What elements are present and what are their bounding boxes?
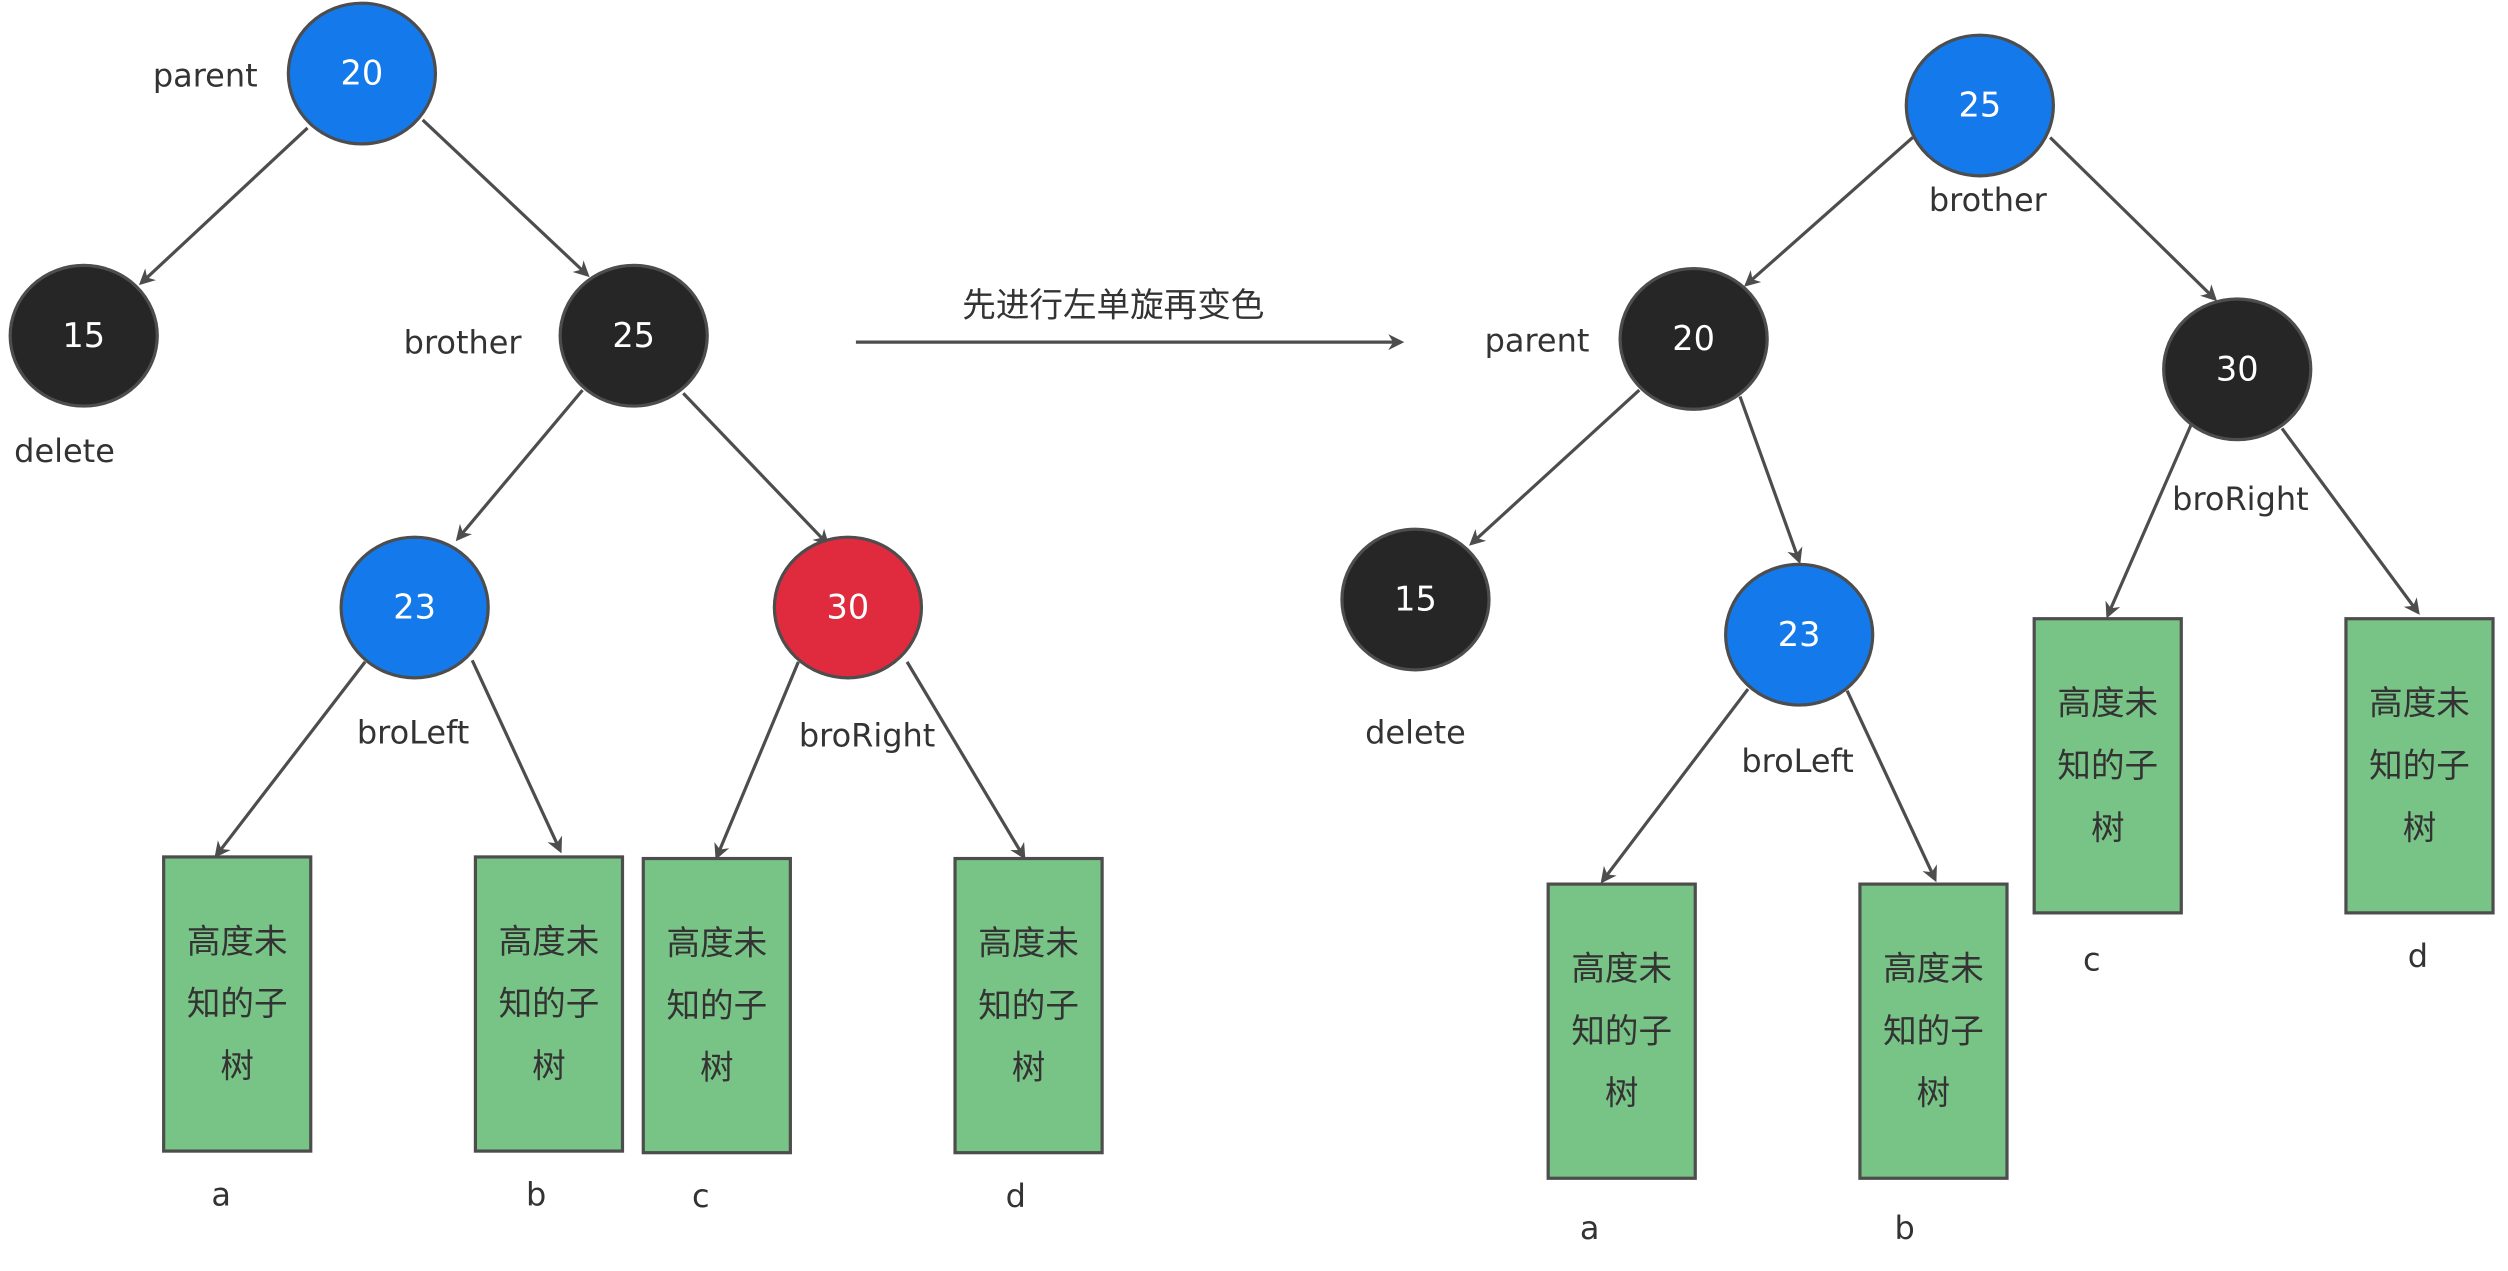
node-value: 20 <box>341 54 384 93</box>
tree-edge-arrow <box>214 660 367 858</box>
subtree-text: 树 <box>2091 808 2125 847</box>
subtree-text: 高度未 <box>1883 949 1984 988</box>
node-value: 20 <box>1672 319 1715 358</box>
tree-edge-arrow <box>2049 136 2218 302</box>
tree-edge-arrow <box>2105 424 2193 619</box>
subtree-text: 知的子 <box>2369 746 2470 785</box>
node-value: 25 <box>612 316 655 355</box>
subtree-text: 知的子 <box>187 984 288 1023</box>
subtree-text: 高度未 <box>2369 684 2470 723</box>
subtree-text: 高度未 <box>1571 949 1672 988</box>
subtree-label-c: c <box>692 1177 710 1215</box>
tree-edge-arrow <box>682 392 830 546</box>
tree-edge-arrow <box>1469 388 1641 546</box>
tree-edge-arrow <box>1744 136 1914 287</box>
subtree-label-b: b <box>1895 1209 1915 1247</box>
subtree-text: 树 <box>1917 1074 1951 1113</box>
subtree-text: 树 <box>2403 808 2437 847</box>
subtree-label-b: b <box>526 1175 546 1213</box>
subtree-text: 高度未 <box>2057 684 2158 723</box>
tree-edge-arrow <box>470 659 563 854</box>
tree-edge-arrow <box>455 389 584 542</box>
subtree-label-a: a <box>211 1175 231 1213</box>
node-role-label: parent <box>153 56 258 94</box>
subtree-text: 知的子 <box>978 986 1079 1025</box>
subtree-text: 知的子 <box>666 986 767 1025</box>
subtree-text: 树 <box>700 1048 734 1087</box>
node-value: 15 <box>62 316 105 355</box>
node-value: 23 <box>1778 615 1821 654</box>
node-role-label: delete <box>14 432 115 470</box>
subtree-label-c: c <box>2083 940 2101 978</box>
subtree-text: 树 <box>1605 1074 1639 1113</box>
node-role-label: brother <box>1929 181 2048 219</box>
subtree-text: 知的子 <box>2057 746 2158 785</box>
node-role-label: broRight <box>2172 480 2308 518</box>
subtree-label-d: d <box>2408 937 2428 975</box>
node-role-label: parent <box>1485 322 1590 360</box>
node-role-label: broRight <box>799 717 935 755</box>
tree-edge-arrow <box>421 118 590 278</box>
subtree-label-d: d <box>1006 1177 1026 1215</box>
subtree-text: 知的子 <box>499 984 600 1023</box>
subtree-text: 树 <box>532 1047 566 1086</box>
subtree-text: 高度未 <box>978 923 1079 962</box>
tree-edge-arrow <box>1845 689 1937 883</box>
tree-edge-arrow <box>1600 688 1750 884</box>
node-role-label: delete <box>1365 713 1466 751</box>
subtree-label-a: a <box>1580 1209 1600 1247</box>
subtree-text: 树 <box>1012 1048 1046 1087</box>
node-value: 30 <box>827 588 870 627</box>
tree-edge-arrow <box>714 661 800 860</box>
node-value: 30 <box>2216 350 2259 389</box>
node-value: 23 <box>393 588 436 627</box>
tree-edge-arrow <box>1738 395 1803 565</box>
node-value: 15 <box>1394 580 1437 619</box>
tree-edge-arrow <box>905 661 1026 860</box>
subtree-text: 高度未 <box>187 922 288 961</box>
node-value: 25 <box>1958 86 2001 125</box>
node-role-label: brother <box>404 323 523 361</box>
red-black-tree-rotation-diagram: 2015 2523 302520301523 高度未知的子树高度未知的子树高度未知的… <box>8 1 2495 1247</box>
node-role-label: broLeft <box>357 713 469 751</box>
tree-edge-arrow <box>138 126 309 286</box>
subtree-text: 树 <box>220 1047 254 1086</box>
node-role-label: broLeft <box>1741 742 1853 780</box>
subtree-text: 高度未 <box>666 923 767 962</box>
subtree-text: 知的子 <box>1883 1011 1984 1050</box>
tree-edge-arrow <box>2280 427 2420 615</box>
subtree-text: 知的子 <box>1571 1011 1672 1050</box>
transform-caption: 先进行左单旋再变色 <box>962 286 1264 325</box>
subtree-text: 高度未 <box>499 922 600 961</box>
